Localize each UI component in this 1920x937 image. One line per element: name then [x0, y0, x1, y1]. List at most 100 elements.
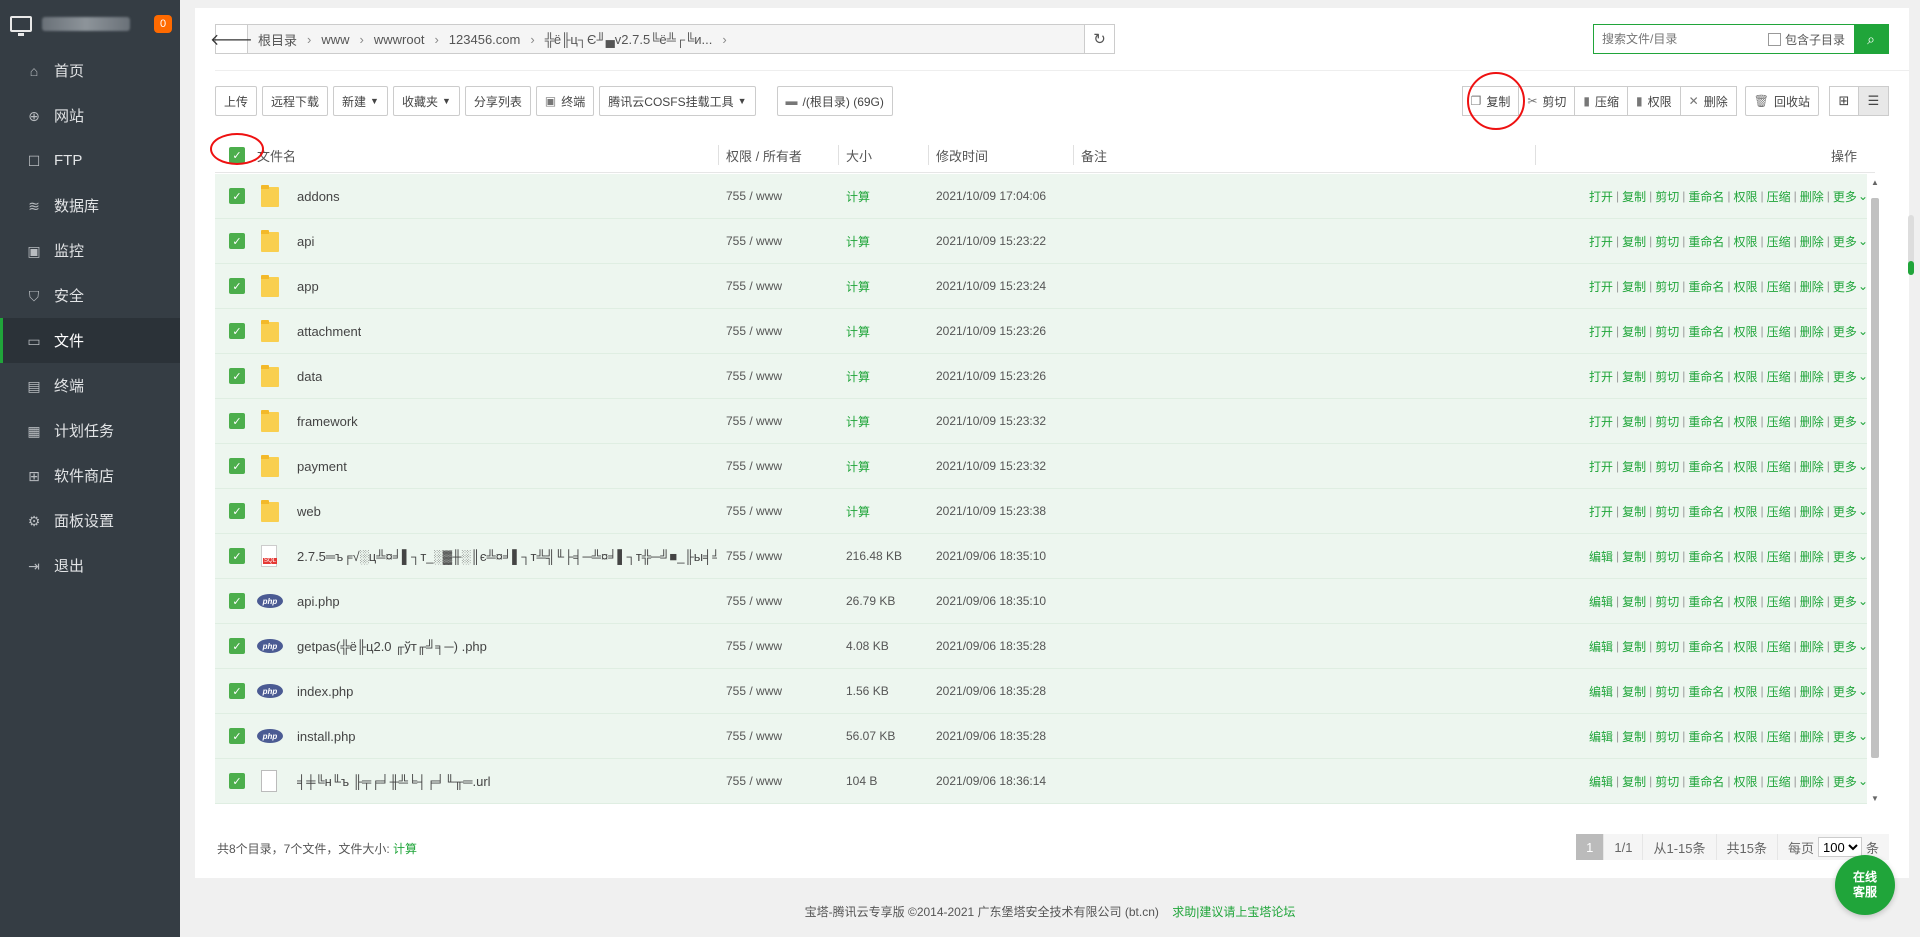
- include-subdir-checkbox[interactable]: [1768, 32, 1781, 46]
- file-permission[interactable]: 755 / www: [726, 534, 782, 578]
- file-name[interactable]: install.php: [297, 714, 356, 758]
- row-action-link[interactable]: 编辑: [1589, 548, 1613, 565]
- row-action-link[interactable]: 更多: [1833, 368, 1857, 385]
- row-action-link[interactable]: 权限: [1734, 458, 1758, 475]
- row-action-link[interactable]: 重命名: [1688, 503, 1724, 520]
- row-action-link[interactable]: 重命名: [1688, 413, 1724, 430]
- scroll-up-icon[interactable]: ▲: [1869, 178, 1881, 187]
- file-permission[interactable]: 755 / www: [726, 579, 782, 623]
- row-checkbox[interactable]: ✓: [229, 624, 245, 668]
- table-row[interactable]: ✓ data 755 / www 计算 2021/10/09 15:23:26 打开 | 复制…: [215, 354, 1868, 399]
- breadcrumb-item[interactable]: www: [321, 32, 349, 47]
- file-name[interactable]: addons: [297, 174, 340, 218]
- row-action-link[interactable]: 重命名: [1688, 683, 1724, 700]
- row-action-link[interactable]: 权限: [1734, 368, 1758, 385]
- row-action-link[interactable]: 剪切: [1655, 548, 1679, 565]
- row-action-link[interactable]: 剪切: [1655, 683, 1679, 700]
- page-current[interactable]: 1: [1576, 834, 1604, 860]
- row-action-link[interactable]: 权限: [1734, 188, 1758, 205]
- row-action-link[interactable]: 复制: [1622, 773, 1646, 790]
- row-action-link[interactable]: 删除: [1800, 548, 1824, 565]
- row-checkbox[interactable]: ✓: [229, 174, 245, 218]
- row-action-link[interactable]: 重命名: [1688, 278, 1724, 295]
- favorites-dropdown[interactable]: 收藏夹 ▼: [392, 86, 460, 116]
- row-action-link[interactable]: 重命名: [1688, 638, 1724, 655]
- row-action-link[interactable]: 权限: [1734, 233, 1758, 250]
- row-action-link[interactable]: 压缩: [1767, 548, 1791, 565]
- file-size[interactable]: 计算: [846, 174, 870, 218]
- file-size[interactable]: 计算: [846, 444, 870, 488]
- row-action-link[interactable]: 复制: [1622, 458, 1646, 475]
- row-action-link[interactable]: 更多: [1833, 188, 1857, 205]
- row-checkbox[interactable]: ✓: [229, 489, 245, 533]
- row-checkbox[interactable]: ✓: [229, 264, 245, 308]
- row-action-link[interactable]: 权限: [1734, 683, 1758, 700]
- file-permission[interactable]: 755 / www: [726, 624, 782, 668]
- file-size[interactable]: 计算: [846, 264, 870, 308]
- file-permission[interactable]: 755 / www: [726, 669, 782, 713]
- breadcrumb-item[interactable]: wwwroot: [374, 32, 425, 47]
- row-action-link[interactable]: 删除: [1800, 683, 1824, 700]
- row-action-link[interactable]: 重命名: [1688, 188, 1724, 205]
- row-action-link[interactable]: 剪切: [1655, 188, 1679, 205]
- row-action-link[interactable]: 删除: [1800, 728, 1824, 745]
- row-action-link[interactable]: 复制: [1622, 368, 1646, 385]
- row-action-link[interactable]: 更多: [1833, 323, 1857, 340]
- row-action-link[interactable]: 打开: [1589, 278, 1613, 295]
- row-action-link[interactable]: 复制: [1622, 683, 1646, 700]
- row-checkbox[interactable]: ✓: [229, 759, 245, 803]
- row-action-link[interactable]: 复制: [1622, 233, 1646, 250]
- batch-compress-button[interactable]: ▮ 压缩: [1575, 86, 1629, 116]
- table-row[interactable]: ✓ web 755 / www 计算 2021/10/09 15:23:38 打开 | 复制 |…: [215, 489, 1868, 534]
- sidebar-item-globe[interactable]: ⊕ 网站: [0, 93, 180, 138]
- row-action-link[interactable]: 压缩: [1767, 593, 1791, 610]
- row-action-link[interactable]: 删除: [1800, 323, 1824, 340]
- sidebar-item-home[interactable]: ⌂ 首页: [0, 48, 180, 93]
- row-action-link[interactable]: 删除: [1800, 278, 1824, 295]
- sidebar-item-shield[interactable]: ⛉ 安全: [0, 273, 180, 318]
- table-row[interactable]: ✓ attachment 755 / www 计算 2021/10/09 15:23:2…: [215, 309, 1868, 354]
- row-action-link[interactable]: 剪切: [1655, 503, 1679, 520]
- row-action-link[interactable]: 压缩: [1767, 728, 1791, 745]
- row-action-link[interactable]: 重命名: [1688, 233, 1724, 250]
- row-action-link[interactable]: 压缩: [1767, 773, 1791, 790]
- table-row[interactable]: ✓ 2.7.5═ъ╒√░ц╩¤╛▌┐т_░▓╫░║є╩¤╛▌┐т╩╣╙├╡─╩¤╛…: [215, 534, 1868, 579]
- row-action-link[interactable]: 更多: [1833, 458, 1857, 475]
- row-action-link[interactable]: 更多: [1833, 683, 1857, 700]
- row-action-link[interactable]: 打开: [1589, 458, 1613, 475]
- file-name[interactable]: ╡╪╚н╙ъ ╟╤╒╛╫╩╘┤╒╛╙╥═.url: [297, 759, 491, 803]
- row-action-link[interactable]: 剪切: [1655, 773, 1679, 790]
- row-action-link[interactable]: 剪切: [1655, 593, 1679, 610]
- row-action-link[interactable]: 更多: [1833, 773, 1857, 790]
- recycle-bin-button[interactable]: 🗑 回收站: [1744, 86, 1819, 116]
- row-action-link[interactable]: 编辑: [1589, 638, 1613, 655]
- row-action-link[interactable]: 删除: [1800, 638, 1824, 655]
- terminal-button[interactable]: ▣ 终端: [535, 86, 595, 116]
- file-permission[interactable]: 755 / www: [726, 264, 782, 308]
- new-dropdown[interactable]: 新建 ▼: [333, 86, 388, 116]
- row-action-link[interactable]: 剪切: [1655, 233, 1679, 250]
- row-checkbox[interactable]: ✓: [229, 669, 245, 713]
- row-checkbox[interactable]: ✓: [229, 219, 245, 263]
- file-name[interactable]: web: [297, 489, 321, 533]
- row-checkbox[interactable]: ✓: [229, 354, 245, 398]
- file-size[interactable]: 计算: [846, 489, 870, 533]
- row-action-link[interactable]: 打开: [1589, 323, 1613, 340]
- row-action-link[interactable]: 剪切: [1655, 638, 1679, 655]
- sidebar-item-logout[interactable]: ⇥ 退出: [0, 543, 180, 588]
- row-checkbox[interactable]: ✓: [229, 579, 245, 623]
- table-row[interactable]: ✓ api 755 / www 计算 2021/10/09 15:23:22 打开 | 复制 |…: [215, 219, 1868, 264]
- file-name[interactable]: framework: [297, 399, 358, 443]
- row-action-link[interactable]: 压缩: [1767, 278, 1791, 295]
- col-name[interactable]: 文件名: [257, 137, 296, 173]
- table-row[interactable]: ✓ app 755 / www 计算 2021/10/09 15:23:24 打开 | 复制 |…: [215, 264, 1868, 309]
- row-action-link[interactable]: 压缩: [1767, 638, 1791, 655]
- file-permission[interactable]: 755 / www: [726, 489, 782, 533]
- share-list-button[interactable]: 分享列表: [464, 86, 531, 116]
- row-action-link[interactable]: 权限: [1734, 548, 1758, 565]
- row-action-link[interactable]: 删除: [1800, 368, 1824, 385]
- row-action-link[interactable]: 压缩: [1767, 368, 1791, 385]
- row-action-link[interactable]: 权限: [1734, 593, 1758, 610]
- row-action-link[interactable]: 剪切: [1655, 458, 1679, 475]
- sidebar-item-database[interactable]: ≋ 数据库: [0, 183, 180, 228]
